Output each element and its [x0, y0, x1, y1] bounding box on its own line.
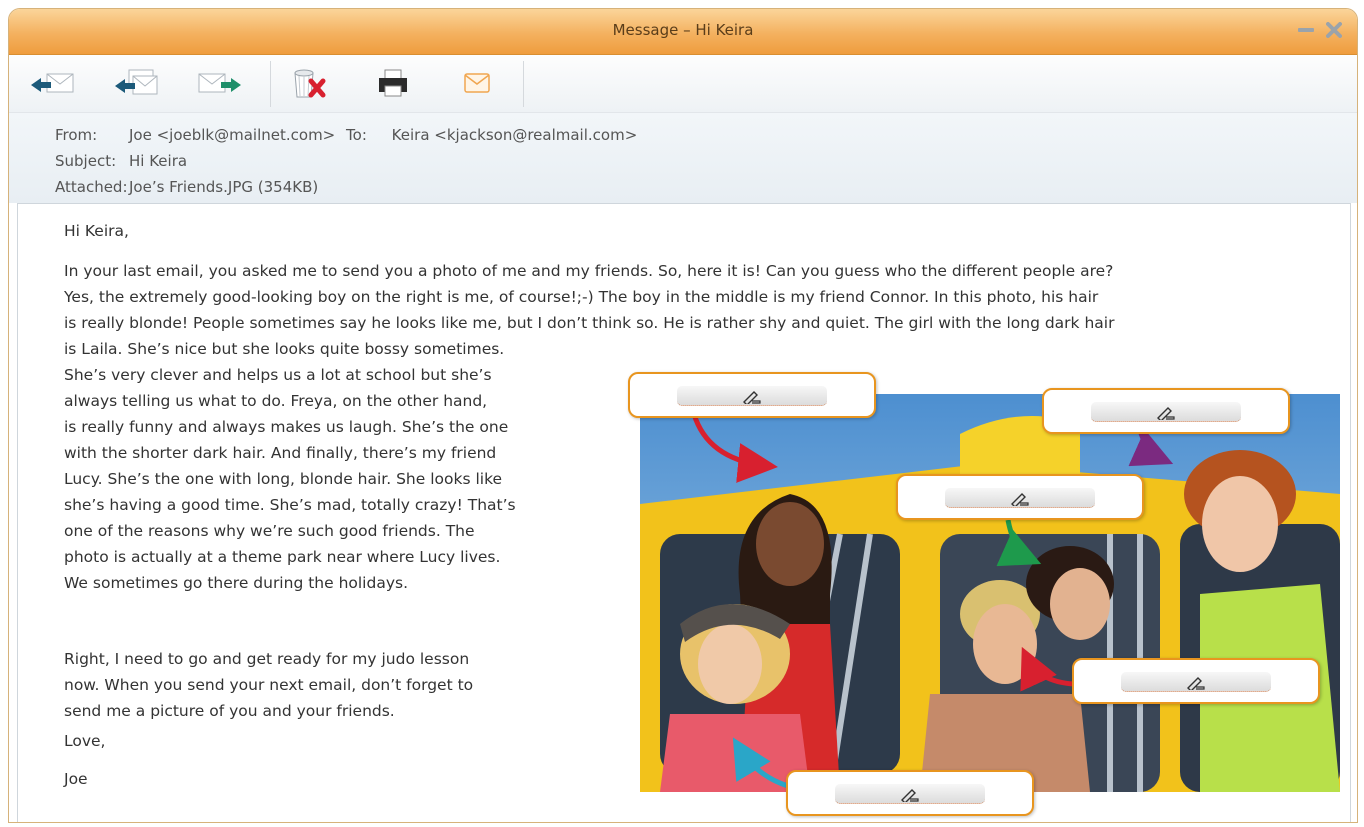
name-input-lucy[interactable] [835, 784, 985, 804]
pencil-writing-icon [743, 390, 761, 404]
arrow-to-laila [691, 413, 778, 483]
close-icon [1326, 22, 1342, 38]
toolbar-separator [523, 61, 524, 107]
window-title: Message – Hi Keira [612, 21, 754, 39]
arrow-to-connor [1020, 646, 1075, 692]
label-box-freya [896, 474, 1144, 520]
annotation-arrows [691, 413, 1174, 789]
arrow-to-joe [1128, 429, 1174, 467]
minimize-button[interactable] [1297, 21, 1315, 39]
toolbar [9, 55, 1357, 113]
reply-button[interactable] [29, 65, 77, 101]
from-value[interactable]: Joe <joeblk@mailnet.com> [129, 126, 335, 144]
from-row: From: Joe <joeblk@mailnet.com> To: Keira … [55, 125, 637, 145]
email-window: Message – Hi Keira From: Joe <joeblk@mai… [8, 8, 1358, 823]
from-label: From: [55, 126, 98, 144]
new-mail-button[interactable] [453, 65, 501, 101]
name-input-connor[interactable] [1121, 672, 1271, 692]
forward-button[interactable] [195, 65, 243, 101]
reply-icon [31, 73, 74, 93]
message-body: Hi Keira, In your last email, you asked … [17, 203, 1351, 822]
print-icon [379, 69, 407, 97]
delete-button[interactable] [285, 65, 333, 101]
label-box-lucy [786, 770, 1034, 816]
pencil-writing-icon [1187, 676, 1205, 690]
arrow-to-freya [996, 519, 1042, 567]
reply-all-icon [115, 69, 158, 95]
subject-value: Hi Keira [129, 152, 188, 170]
pencil-writing-icon [1157, 406, 1175, 420]
attachment-link[interactable]: Joe’s Friends.JPG (354KB) [129, 178, 318, 196]
to-value[interactable]: Keira <kjackson@realmail.com> [392, 126, 638, 144]
attached-label: Attached: [55, 178, 128, 196]
name-input-joe[interactable] [1091, 402, 1241, 422]
pencil-writing-icon [1011, 492, 1029, 506]
delete-icon [294, 69, 326, 98]
reply-all-button[interactable] [113, 65, 161, 101]
name-input-freya[interactable] [945, 488, 1095, 508]
print-button[interactable] [369, 65, 417, 101]
arrow-to-lucy [732, 737, 789, 789]
close-button[interactable] [1325, 21, 1343, 39]
subject-row: Subject: Hi Keira [55, 151, 187, 171]
new-mail-icon [464, 73, 490, 93]
name-input-laila[interactable] [677, 386, 827, 406]
subject-label: Subject: [55, 152, 117, 170]
forward-icon [198, 73, 241, 93]
label-box-laila [628, 372, 876, 418]
label-box-joe [1042, 388, 1290, 434]
message-headers: From: Joe <joeblk@mailnet.com> To: Keira … [9, 113, 1357, 203]
minimize-icon [1298, 28, 1314, 32]
title-bar[interactable]: Message – Hi Keira [9, 9, 1357, 55]
label-box-connor [1072, 658, 1320, 704]
attached-row: Attached:Joe’s Friends.JPG (354KB) [55, 177, 318, 197]
to-label: To: [346, 126, 367, 144]
pencil-writing-icon [901, 788, 919, 802]
toolbar-separator [270, 61, 271, 107]
window-controls [1297, 21, 1343, 39]
